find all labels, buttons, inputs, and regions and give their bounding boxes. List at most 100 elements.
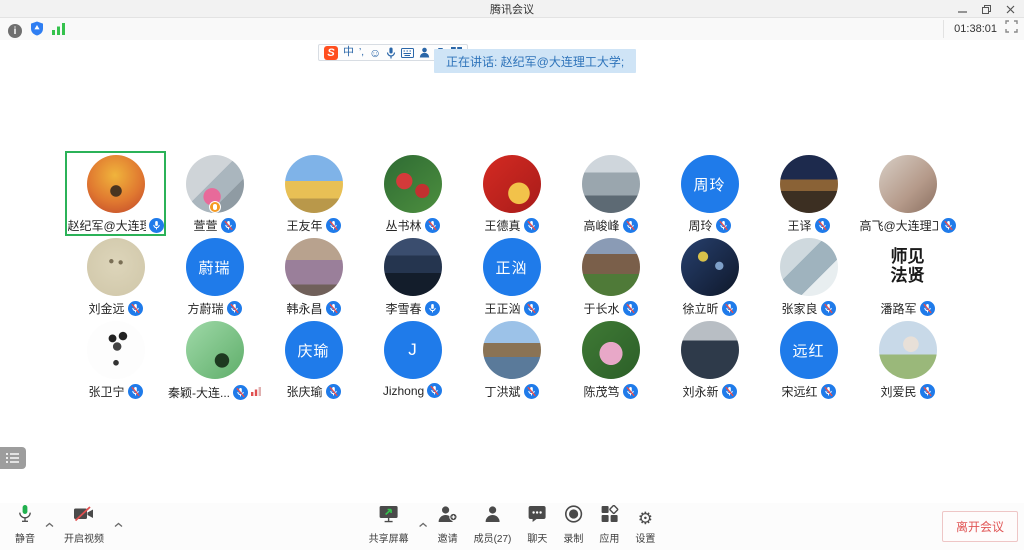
participant-tile[interactable]: 丛书林	[363, 152, 462, 235]
participant-avatar-initials: 远红	[780, 321, 838, 379]
participant-name: 宋远红	[781, 383, 817, 400]
mic-muted-icon	[427, 383, 442, 398]
record-button[interactable]: 录制	[556, 503, 590, 547]
participant-tile[interactable]: 周玲周玲	[660, 152, 759, 235]
participant-avatar-photo	[384, 155, 442, 213]
toolbar-center-group: 共享屏幕 邀请 成员(27) 聊天	[362, 503, 663, 547]
mute-button[interactable]: 静音	[8, 502, 42, 547]
fullscreen-icon[interactable]	[1005, 20, 1018, 38]
participant-name: 徐立昕	[682, 300, 718, 317]
mic-muted-icon	[524, 218, 539, 233]
participant-name-row: 赵纪军@大连理...	[68, 217, 164, 234]
participant-name-row: 刘永新	[682, 383, 736, 400]
participant-avatar-photo	[681, 238, 739, 296]
start-video-button[interactable]: 开启视频	[57, 503, 111, 547]
ime-person-skin-icon[interactable]	[419, 47, 430, 58]
participant-tile[interactable]: 秦颖-大连...	[165, 318, 264, 401]
mic-active-icon	[149, 218, 164, 233]
participant-name: Jizhong	[383, 384, 424, 398]
toolbar-left-group: 静音 开启视频	[8, 502, 124, 547]
ime-soft-keyboard-icon[interactable]	[401, 48, 414, 58]
participant-avatar-photo	[186, 321, 244, 379]
ime-chinese-mode-icon[interactable]: 中	[343, 47, 354, 58]
participant-name-row: 于长水	[583, 300, 637, 317]
participant-tile[interactable]: 于长水	[561, 235, 660, 318]
participant-tile[interactable]: 韩永昌	[264, 235, 363, 318]
participant-tile[interactable]: 高峻峰	[561, 152, 660, 235]
participant-tile[interactable]: 刘金远	[66, 235, 165, 318]
participant-name-row: 张卫宁	[88, 383, 142, 400]
restore-button[interactable]	[976, 1, 996, 17]
settings-label: 设置	[635, 530, 655, 545]
participant-tile[interactable]: 庆瑜张庆瑜	[264, 318, 363, 401]
participant-tile[interactable]: 萱萱	[165, 152, 264, 235]
participant-avatar-photo	[483, 155, 541, 213]
share-options-caret[interactable]	[418, 515, 429, 547]
participant-tile[interactable]: 张家良	[759, 235, 858, 318]
participant-name-row: 周玲	[688, 217, 730, 234]
participant-name-row: Jizhong	[383, 383, 442, 398]
participant-tile[interactable]: JJizhong	[363, 318, 462, 401]
participant-tile[interactable]: 正汹王正汹	[462, 235, 561, 318]
members-button[interactable]: 成员(27)	[467, 503, 519, 547]
participant-avatar-photo	[483, 321, 541, 379]
participant-tile[interactable]: 刘永新	[660, 318, 759, 401]
chat-label: 聊天	[527, 530, 547, 545]
participant-tile[interactable]: 丁洪斌	[462, 318, 561, 401]
mic-muted-icon	[233, 385, 248, 400]
participant-tile[interactable]: 王译	[759, 152, 858, 235]
participant-tile[interactable]: 高飞@大连理工	[858, 152, 957, 235]
invite-button[interactable]: 邀请	[431, 503, 465, 547]
share-screen-button[interactable]: 共享屏幕	[362, 503, 416, 547]
settings-button[interactable]: ⚙ 设置	[628, 508, 662, 547]
mic-muted-icon	[623, 384, 638, 399]
participant-tile[interactable]: 徐立昕	[660, 235, 759, 318]
titlebar: 腾讯会议	[0, 0, 1024, 18]
status-icons: i	[8, 21, 66, 41]
mic-muted-icon	[623, 301, 638, 316]
participant-avatar-photo	[285, 238, 343, 296]
chat-button[interactable]: 聊天	[520, 503, 554, 547]
leave-meeting-button[interactable]: 离开会议	[942, 511, 1018, 542]
network-signal-icon[interactable]	[52, 22, 66, 40]
ime-punctuation-icon[interactable]: ’,	[359, 48, 364, 58]
close-button[interactable]	[1000, 1, 1020, 17]
ime-logo-icon[interactable]: S	[324, 46, 338, 60]
participant-name: 周玲	[688, 217, 712, 234]
participant-tile[interactable]: 刘爱民	[858, 318, 957, 401]
participant-row: 赵纪军@大连理...萱萱王友年丛书林王德真高峻峰 周玲周玲王译 高飞@大连理工	[66, 152, 958, 235]
ime-emoji-icon[interactable]: ☺	[369, 47, 381, 59]
participant-name: 张庆瑜	[286, 383, 322, 400]
participant-name-row: 丁洪斌	[484, 383, 538, 400]
participant-name-row: 徐立昕	[682, 300, 736, 317]
apps-button[interactable]: 应用	[592, 503, 626, 547]
mic-muted-icon	[722, 301, 737, 316]
participant-avatar-initials: 庆瑜	[285, 321, 343, 379]
meeting-info-icon[interactable]: i	[8, 24, 22, 38]
participant-tile[interactable]: 王德真	[462, 152, 561, 235]
mute-options-caret[interactable]	[44, 515, 55, 547]
minimize-button[interactable]	[952, 1, 972, 17]
chat-icon	[528, 505, 547, 528]
speaking-toast: 正在讲话: 赵纪军@大连理工大学;	[434, 49, 636, 73]
participant-tile[interactable]: 陈茂笃	[561, 318, 660, 401]
participant-tile[interactable]: 远红宋远红	[759, 318, 858, 401]
member-list-toggle[interactable]	[0, 447, 26, 469]
participant-tile[interactable]: 赵纪军@大连理...	[66, 152, 165, 235]
mic-muted-icon	[716, 218, 731, 233]
mic-muted-icon	[326, 384, 341, 399]
security-shield-icon[interactable]	[30, 21, 44, 41]
participant-tile[interactable]: 王友年	[264, 152, 363, 235]
mic-muted-icon	[128, 384, 143, 399]
participant-tile[interactable]: 张卫宁	[66, 318, 165, 401]
apps-label: 应用	[599, 530, 619, 545]
participant-name: 高峻峰	[583, 217, 619, 234]
participant-avatar-photo	[780, 238, 838, 296]
video-options-caret[interactable]	[113, 515, 124, 547]
participant-tile[interactable]: 李雪春	[363, 235, 462, 318]
participant-tile[interactable]: 师见法贤潘路军	[858, 235, 957, 318]
participant-name: 王译	[787, 217, 811, 234]
participant-tile[interactable]: 蔚瑞方蔚瑞	[165, 235, 264, 318]
mic-active-icon	[425, 301, 440, 316]
ime-voice-input-icon[interactable]	[386, 47, 396, 59]
